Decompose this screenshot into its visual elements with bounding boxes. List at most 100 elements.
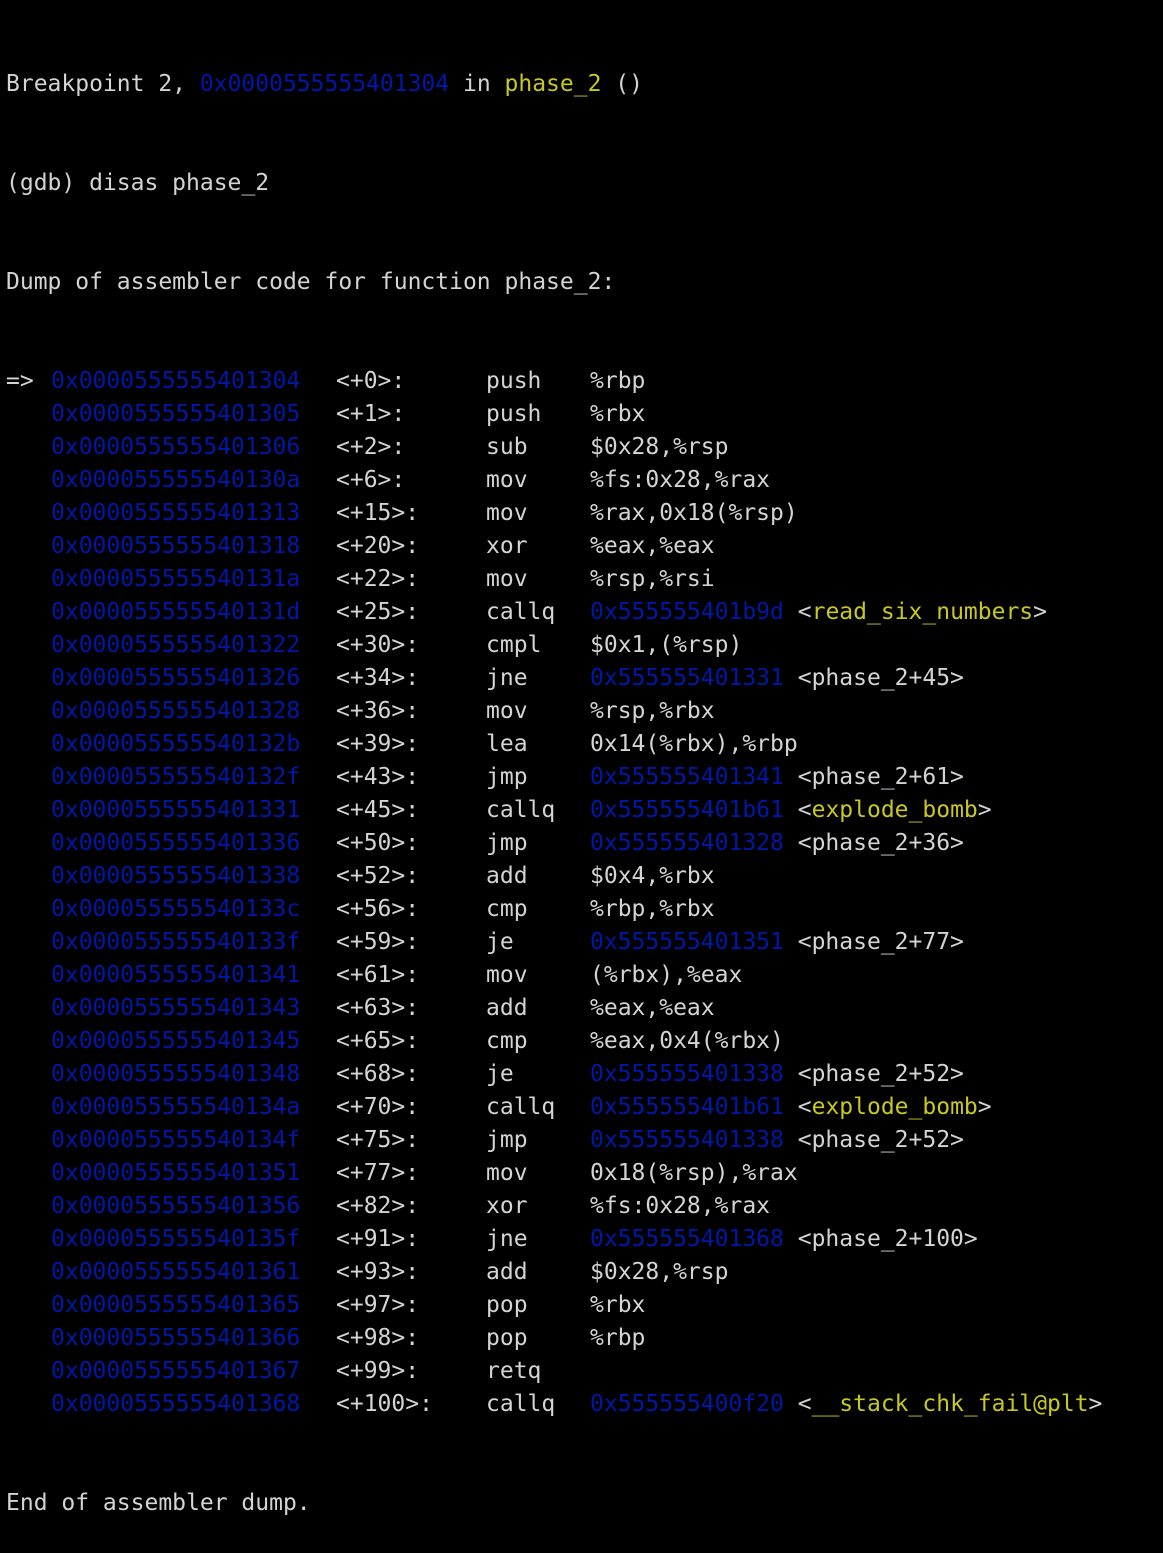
instruction-address: 0x0000555555401343: [51, 995, 301, 1021]
target-address: 0x555555401328: [590, 830, 784, 856]
instruction-mnemonic: callq: [486, 1094, 556, 1120]
target-address: 0x555555401b61: [590, 797, 784, 823]
instruction-offset: <+43>:: [336, 764, 420, 790]
instruction-address: 0x0000555555401341: [51, 962, 301, 988]
instruction-offset: <+97>:: [336, 1292, 420, 1318]
instruction-mnemonic: push: [486, 401, 542, 427]
target-symbol: <phase_2+36>: [797, 830, 964, 856]
instruction-address: 0x0000555555401305: [51, 401, 301, 427]
asm-line: 0x0000555555401351 <+77>: mov 0x18(%rsp),%r…: [6, 1157, 1102, 1190]
instruction-address: 0x0000555555401345: [51, 1028, 301, 1054]
instruction-operands: %eax,0x4(%rbx): [590, 1028, 784, 1054]
instruction-offset: <+59>:: [336, 929, 420, 955]
asm-line: 0x000055555540134f <+75>: jmp 0x55555540133…: [6, 1124, 1102, 1157]
instruction-address: 0x0000555555401365: [51, 1292, 301, 1318]
instruction-mnemonic: jne: [486, 665, 528, 691]
instruction-offset: <+65>:: [336, 1028, 420, 1054]
instruction-offset: <+39>:: [336, 731, 420, 757]
gdb-terminal[interactable]: Breakpoint 2, 0x0000555555401304 in phas…: [6, 2, 1102, 1553]
instruction-mnemonic: je: [486, 929, 514, 955]
instruction-address: 0x000055555540135f: [51, 1226, 301, 1252]
instruction-operands: 0x18(%rsp),%rax: [590, 1160, 798, 1186]
instruction-offset: <+63>:: [336, 995, 420, 1021]
instruction-offset: <+98>:: [336, 1325, 420, 1351]
instruction-mnemonic: sub: [486, 434, 528, 460]
instruction-offset: <+61>:: [336, 962, 420, 988]
instruction-address: 0x0000555555401313: [51, 500, 301, 526]
instruction-operands: $0x28,%rsp: [590, 1259, 729, 1285]
instruction-address: 0x0000555555401336: [51, 830, 301, 856]
instruction-operands: %fs:0x28,%rax: [590, 1193, 771, 1219]
asm-line: 0x0000555555401331 <+45>: callq 0x555555401…: [6, 794, 1102, 827]
assembly-listing: => 0x0000555555401304 <+0>: push %rbp 0x00005…: [6, 365, 1102, 1421]
instruction-offset: <+20>:: [336, 533, 420, 559]
breakpoint-prefix: Breakpoint 2,: [6, 71, 200, 97]
instruction-mnemonic: add: [486, 863, 528, 889]
target-symbol: <__stack_chk_fail@plt>: [797, 1391, 1103, 1417]
instruction-operands: %rsp,%rbx: [590, 698, 715, 724]
target-address: 0x555555401351: [590, 929, 784, 955]
instruction-offset: <+91>:: [336, 1226, 420, 1252]
instruction-mnemonic: callq: [486, 1391, 556, 1417]
asm-line: 0x0000555555401322 <+30>: cmpl $0x1,(%rsp): [6, 629, 1102, 662]
instruction-offset: <+6>:: [336, 467, 406, 493]
instruction-address: 0x0000555555401322: [51, 632, 301, 658]
instruction-offset: <+45>:: [336, 797, 420, 823]
instruction-offset: <+68>:: [336, 1061, 420, 1087]
instruction-offset: <+0>:: [336, 368, 406, 394]
instruction-mnemonic: jmp: [486, 764, 528, 790]
instruction-address: 0x0000555555401367: [51, 1358, 301, 1384]
instruction-mnemonic: je: [486, 1061, 514, 1087]
instruction-offset: <+52>:: [336, 863, 420, 889]
instruction-mnemonic: jmp: [486, 830, 528, 856]
target-address: 0x555555401331: [590, 665, 784, 691]
asm-line: 0x000055555540133c <+56>: cmp %rbp,%rbx: [6, 893, 1102, 926]
instruction-offset: <+50>:: [336, 830, 420, 856]
instruction-mnemonic: retq: [486, 1358, 542, 1384]
instruction-address: 0x0000555555401331: [51, 797, 301, 823]
instruction-offset: <+15>:: [336, 500, 420, 526]
target-address: 0x555555401338: [590, 1061, 784, 1087]
instruction-offset: <+99>:: [336, 1358, 420, 1384]
target-symbol: <read_six_numbers>: [797, 599, 1048, 625]
instruction-address: 0x0000555555401351: [51, 1160, 301, 1186]
instruction-offset: <+36>:: [336, 698, 420, 724]
instruction-operands: $0x1,(%rsp): [590, 632, 743, 658]
asm-line: 0x000055555540130a <+6>: mov %fs:0x28,%rax: [6, 464, 1102, 497]
asm-line: 0x000055555540132b <+39>: lea 0x14(%rbx),%r…: [6, 728, 1102, 761]
instruction-mnemonic: mov: [486, 962, 528, 988]
asm-line: 0x0000555555401365 <+97>: pop %rbx: [6, 1289, 1102, 1322]
instruction-offset: <+75>:: [336, 1127, 420, 1153]
target-address: 0x555555401b9d: [590, 599, 784, 625]
target-symbol: <phase_2+52>: [797, 1061, 964, 1087]
instruction-mnemonic: jne: [486, 1226, 528, 1252]
instruction-operands: %fs:0x28,%rax: [590, 467, 771, 493]
instruction-address: 0x0000555555401306: [51, 434, 301, 460]
breakpoint-function: phase_2: [504, 71, 602, 97]
instruction-offset: <+1>:: [336, 401, 406, 427]
asm-line: 0x000055555540133f <+59>: je 0x555555401351…: [6, 926, 1102, 959]
target-symbol: <explode_bomb>: [797, 1094, 992, 1120]
asm-line: 0x0000555555401356 <+82>: xor %fs:0x28,%rax: [6, 1190, 1102, 1223]
instruction-address: 0x000055555540130a: [51, 467, 301, 493]
target-symbol: <phase_2+100>: [797, 1226, 978, 1252]
target-address: 0x555555401338: [590, 1127, 784, 1153]
target-symbol: <phase_2+77>: [797, 929, 964, 955]
instruction-offset: <+2>:: [336, 434, 406, 460]
instruction-address: 0x000055555540134a: [51, 1094, 301, 1120]
instruction-mnemonic: xor: [486, 533, 528, 559]
instruction-offset: <+70>:: [336, 1094, 420, 1120]
asm-line: 0x0000555555401345 <+65>: cmp %eax,0x4(%rbx…: [6, 1025, 1102, 1058]
instruction-address: 0x0000555555401356: [51, 1193, 301, 1219]
breakpoint-suffix: (): [601, 71, 643, 97]
target-symbol: <phase_2+45>: [797, 665, 964, 691]
instruction-address: 0x000055555540131a: [51, 566, 301, 592]
instruction-mnemonic: cmp: [486, 896, 528, 922]
breakpoint-line: Breakpoint 2, 0x0000555555401304 in phas…: [6, 68, 1102, 101]
asm-line: 0x000055555540135f <+91>: jne 0x55555540136…: [6, 1223, 1102, 1256]
instruction-offset: <+93>:: [336, 1259, 420, 1285]
instruction-mnemonic: callq: [486, 599, 556, 625]
asm-line: 0x000055555540131a <+22>: mov %rsp,%rsi: [6, 563, 1102, 596]
instruction-address: 0x0000555555401361: [51, 1259, 301, 1285]
instruction-operands: (%rbx),%eax: [590, 962, 743, 988]
